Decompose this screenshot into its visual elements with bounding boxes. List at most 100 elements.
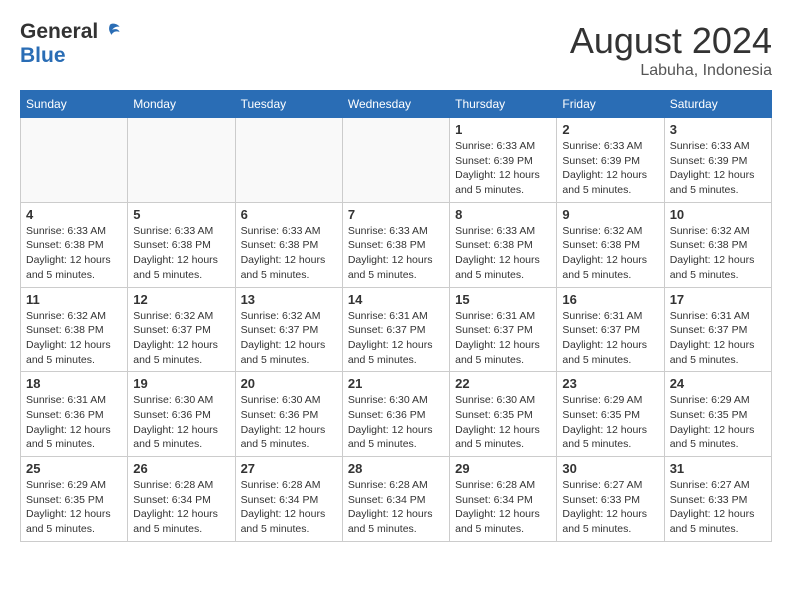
calendar-cell: 15Sunrise: 6:31 AM Sunset: 6:37 PM Dayli… [450, 287, 557, 372]
calendar-cell: 26 Sunrise: 6:28 AM Sunset: 6:34 PM Dayli… [128, 457, 235, 542]
title-block: August 2024 Labuha, Indonesia [570, 20, 772, 80]
calendar-cell: 5 Sunrise: 6:33 AM Sunset: 6:38 PM Daylig… [128, 202, 235, 287]
day-info: Sunrise: 6:32 AM Sunset: 6:38 PM Dayligh… [670, 224, 766, 283]
logo-bird-icon [99, 21, 121, 43]
day-info: Sunrise: 6:27 AM Sunset: 6:33 PM Dayligh… [562, 478, 658, 537]
day-number: 6 [241, 207, 337, 222]
day-info: Sunrise: 6:29 AM Sunset: 6:35 PM Dayligh… [26, 478, 122, 537]
calendar-cell: 28Sunrise: 6:28 AM Sunset: 6:34 PM Dayli… [342, 457, 449, 542]
day-info: Sunrise: 6:32 AM Sunset: 6:38 PM Dayligh… [562, 224, 658, 283]
day-info: Sunrise: 6:31 AM Sunset: 6:37 PM Dayligh… [670, 309, 766, 368]
calendar-cell: 31Sunrise: 6:27 AM Sunset: 6:33 PM Dayli… [664, 457, 771, 542]
day-number: 28 [348, 461, 444, 476]
weekday-header: Saturday [664, 91, 771, 118]
day-info: Sunrise: 6:29 AM Sunset: 6:35 PM Dayligh… [562, 393, 658, 452]
day-number: 25 [26, 461, 122, 476]
day-number: 5 [133, 207, 229, 222]
day-info: Sunrise: 6:33 AM Sunset: 6:38 PM Dayligh… [133, 224, 229, 283]
day-number: 17 [670, 292, 766, 307]
weekday-header-row: SundayMondayTuesdayWednesdayThursdayFrid… [21, 91, 772, 118]
day-number: 7 [348, 207, 444, 222]
day-number: 4 [26, 207, 122, 222]
calendar-week-row: 18 Sunrise: 6:31 AM Sunset: 6:36 PM Dayli… [21, 372, 772, 457]
calendar-cell: 11Sunrise: 6:32 AM Sunset: 6:38 PM Dayli… [21, 287, 128, 372]
weekday-header: Friday [557, 91, 664, 118]
day-info: Sunrise: 6:30 AM Sunset: 6:35 PM Dayligh… [455, 393, 551, 452]
calendar-cell: 6 Sunrise: 6:33 AM Sunset: 6:38 PM Daylig… [235, 202, 342, 287]
calendar-cell: 1 Sunrise: 6:33 AM Sunset: 6:39 PM Daylig… [450, 118, 557, 203]
day-info: Sunrise: 6:28 AM Sunset: 6:34 PM Dayligh… [241, 478, 337, 537]
calendar-cell: 3 Sunrise: 6:33 AM Sunset: 6:39 PM Daylig… [664, 118, 771, 203]
day-number: 21 [348, 376, 444, 391]
day-number: 11 [26, 292, 122, 307]
day-number: 8 [455, 207, 551, 222]
day-info: Sunrise: 6:31 AM Sunset: 6:37 PM Dayligh… [455, 309, 551, 368]
day-info: Sunrise: 6:32 AM Sunset: 6:37 PM Dayligh… [241, 309, 337, 368]
day-info: Sunrise: 6:33 AM Sunset: 6:38 PM Dayligh… [455, 224, 551, 283]
calendar-cell [128, 118, 235, 203]
weekday-header: Monday [128, 91, 235, 118]
calendar-cell [21, 118, 128, 203]
day-info: Sunrise: 6:30 AM Sunset: 6:36 PM Dayligh… [348, 393, 444, 452]
calendar-cell: 10 Sunrise: 6:32 AM Sunset: 6:38 PM Dayli… [664, 202, 771, 287]
day-number: 26 [133, 461, 229, 476]
calendar-cell: 16 Sunrise: 6:31 AM Sunset: 6:37 PM Dayli… [557, 287, 664, 372]
day-info: Sunrise: 6:31 AM Sunset: 6:37 PM Dayligh… [348, 309, 444, 368]
day-number: 19 [133, 376, 229, 391]
month-title: August 2024 [570, 20, 772, 62]
day-number: 12 [133, 292, 229, 307]
calendar-cell: 14 Sunrise: 6:31 AM Sunset: 6:37 PM Dayli… [342, 287, 449, 372]
day-number: 1 [455, 122, 551, 137]
day-number: 2 [562, 122, 658, 137]
calendar-cell: 30 Sunrise: 6:27 AM Sunset: 6:33 PM Dayli… [557, 457, 664, 542]
day-info: Sunrise: 6:29 AM Sunset: 6:35 PM Dayligh… [670, 393, 766, 452]
calendar-week-row: 11Sunrise: 6:32 AM Sunset: 6:38 PM Dayli… [21, 287, 772, 372]
calendar-cell: 4 Sunrise: 6:33 AM Sunset: 6:38 PM Daylig… [21, 202, 128, 287]
location-title: Labuha, Indonesia [570, 62, 772, 80]
calendar-table: SundayMondayTuesdayWednesdayThursdayFrid… [20, 90, 772, 542]
calendar-cell: 8 Sunrise: 6:33 AM Sunset: 6:38 PM Daylig… [450, 202, 557, 287]
calendar-cell [342, 118, 449, 203]
calendar-week-row: 25 Sunrise: 6:29 AM Sunset: 6:35 PM Dayli… [21, 457, 772, 542]
day-number: 30 [562, 461, 658, 476]
calendar-cell: 13 Sunrise: 6:32 AM Sunset: 6:37 PM Dayli… [235, 287, 342, 372]
calendar-week-row: 4 Sunrise: 6:33 AM Sunset: 6:38 PM Daylig… [21, 202, 772, 287]
day-info: Sunrise: 6:31 AM Sunset: 6:37 PM Dayligh… [562, 309, 658, 368]
calendar-cell: 21 Sunrise: 6:30 AM Sunset: 6:36 PM Dayli… [342, 372, 449, 457]
page-header: General Blue August 2024 Labuha, Indones… [20, 20, 772, 80]
day-info: Sunrise: 6:27 AM Sunset: 6:33 PM Dayligh… [670, 478, 766, 537]
day-info: Sunrise: 6:28 AM Sunset: 6:34 PM Dayligh… [455, 478, 551, 537]
day-number: 24 [670, 376, 766, 391]
day-number: 18 [26, 376, 122, 391]
calendar-cell: 12Sunrise: 6:32 AM Sunset: 6:37 PM Dayli… [128, 287, 235, 372]
day-number: 3 [670, 122, 766, 137]
day-number: 14 [348, 292, 444, 307]
calendar-cell: 2Sunrise: 6:33 AM Sunset: 6:39 PM Daylig… [557, 118, 664, 203]
calendar-cell: 9 Sunrise: 6:32 AM Sunset: 6:38 PM Daylig… [557, 202, 664, 287]
day-number: 27 [241, 461, 337, 476]
logo-general: General [20, 20, 98, 44]
calendar-cell: 23 Sunrise: 6:29 AM Sunset: 6:35 PM Dayli… [557, 372, 664, 457]
day-info: Sunrise: 6:33 AM Sunset: 6:38 PM Dayligh… [26, 224, 122, 283]
day-info: Sunrise: 6:33 AM Sunset: 6:39 PM Dayligh… [670, 139, 766, 198]
day-info: Sunrise: 6:28 AM Sunset: 6:34 PM Dayligh… [133, 478, 229, 537]
calendar-cell: 19Sunrise: 6:30 AM Sunset: 6:36 PM Dayli… [128, 372, 235, 457]
day-number: 10 [670, 207, 766, 222]
calendar-cell: 7 Sunrise: 6:33 AM Sunset: 6:38 PM Daylig… [342, 202, 449, 287]
weekday-header: Wednesday [342, 91, 449, 118]
calendar-week-row: 1 Sunrise: 6:33 AM Sunset: 6:39 PM Daylig… [21, 118, 772, 203]
day-info: Sunrise: 6:31 AM Sunset: 6:36 PM Dayligh… [26, 393, 122, 452]
day-info: Sunrise: 6:33 AM Sunset: 6:38 PM Dayligh… [241, 224, 337, 283]
day-number: 16 [562, 292, 658, 307]
day-number: 13 [241, 292, 337, 307]
day-info: Sunrise: 6:33 AM Sunset: 6:39 PM Dayligh… [455, 139, 551, 198]
day-number: 23 [562, 376, 658, 391]
day-number: 9 [562, 207, 658, 222]
day-number: 20 [241, 376, 337, 391]
calendar-cell: 18 Sunrise: 6:31 AM Sunset: 6:36 PM Dayli… [21, 372, 128, 457]
day-info: Sunrise: 6:33 AM Sunset: 6:38 PM Dayligh… [348, 224, 444, 283]
calendar-cell: 20 Sunrise: 6:30 AM Sunset: 6:36 PM Dayli… [235, 372, 342, 457]
day-info: Sunrise: 6:30 AM Sunset: 6:36 PM Dayligh… [241, 393, 337, 452]
day-number: 29 [455, 461, 551, 476]
calendar-cell: 29 Sunrise: 6:28 AM Sunset: 6:34 PM Dayli… [450, 457, 557, 542]
